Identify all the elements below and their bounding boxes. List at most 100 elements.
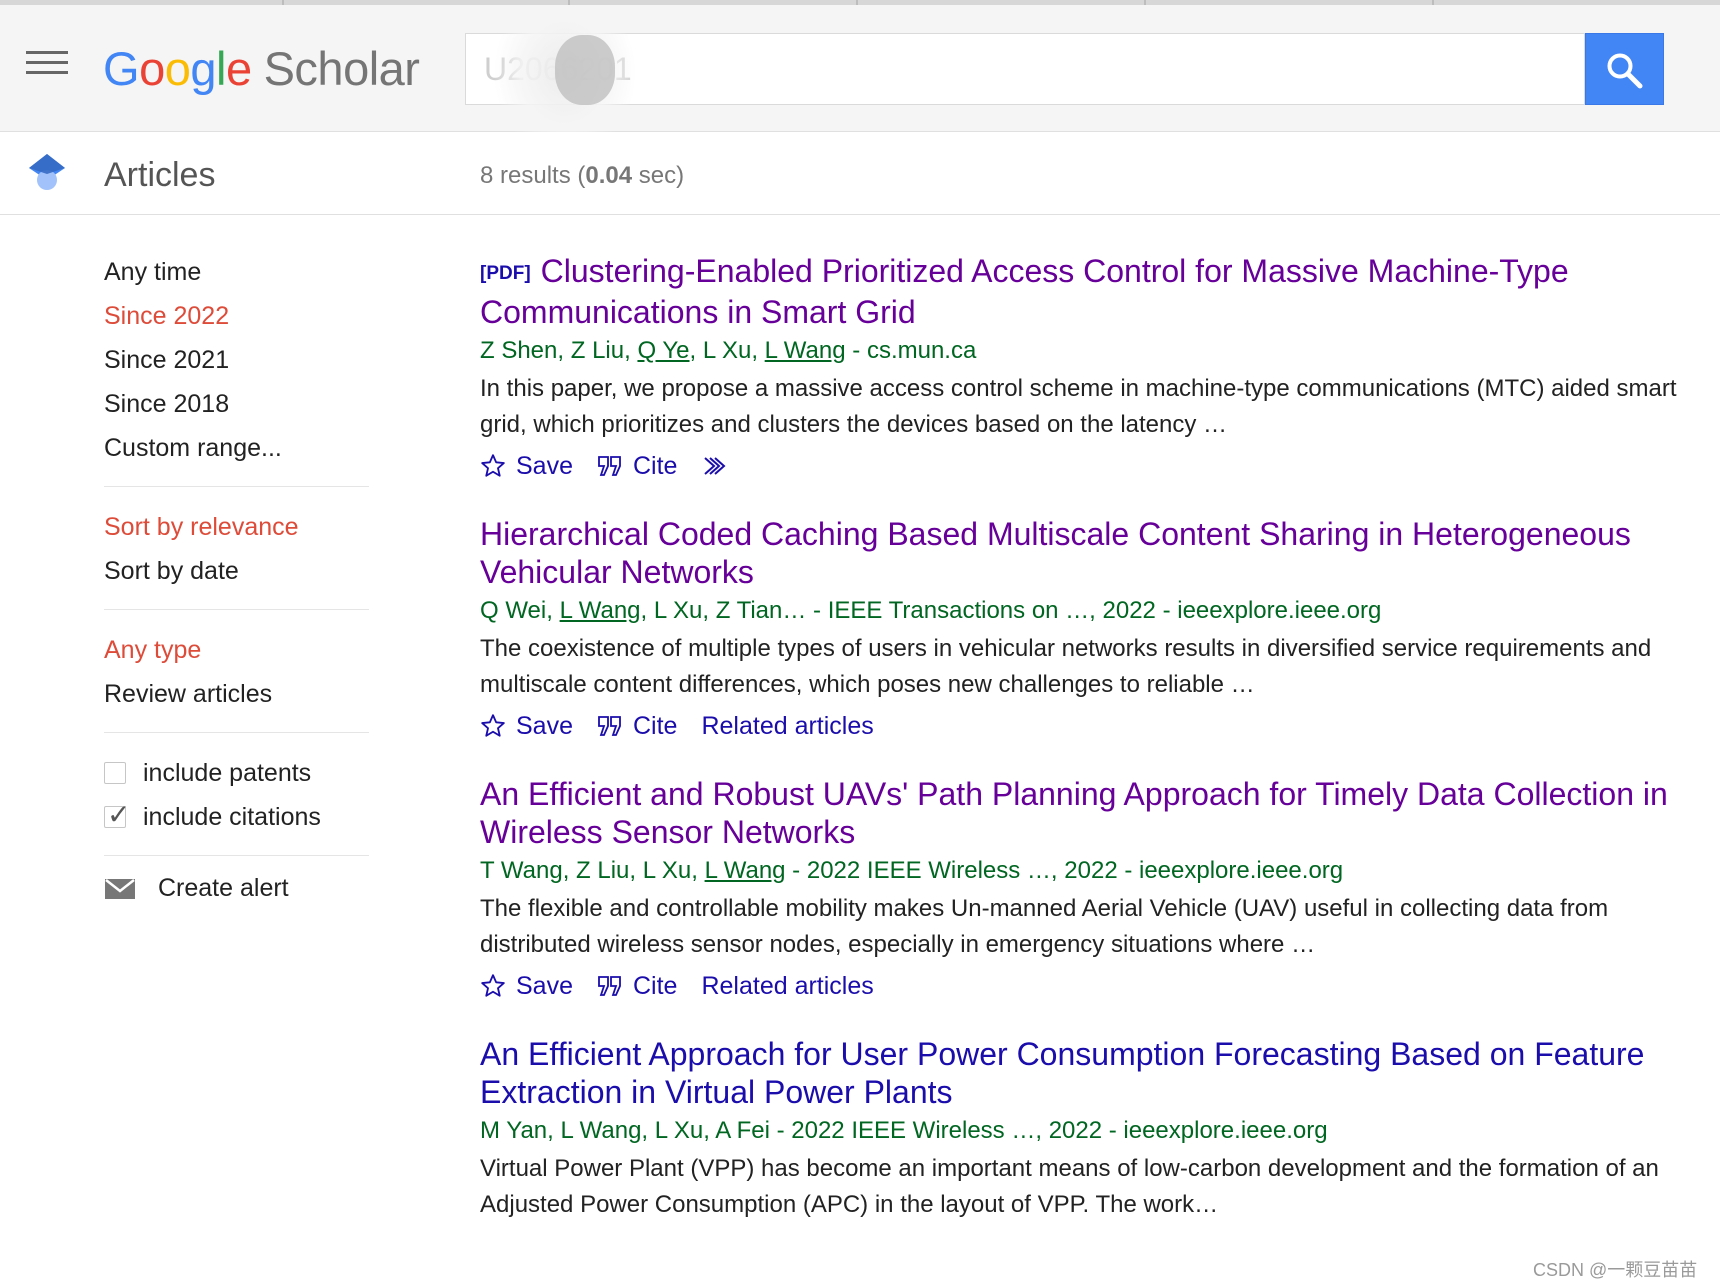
search-input[interactable] xyxy=(466,34,1586,104)
result-count: 8 results xyxy=(480,162,571,189)
save-label: Save xyxy=(516,451,573,480)
author-link[interactable]: L Wang xyxy=(765,337,846,364)
source: IEEE Transactions on …, 2022 - ieeexplor… xyxy=(827,597,1382,624)
result-title-link[interactable]: [PDF] Clustering-Enabled Prioritized Acce… xyxy=(480,252,1715,331)
author-link[interactable]: Q Ye xyxy=(637,337,689,364)
logo-letter-o1: o xyxy=(139,42,165,95)
stats-close: sec) xyxy=(632,162,685,189)
menu-icon[interactable] xyxy=(26,51,68,81)
result-title-text: Clustering-Enabled Prioritized Access Co… xyxy=(480,253,1569,330)
result-authors: Z Shen, Z Liu, Q Ye, L Xu, L Wang - cs.m… xyxy=(480,337,977,364)
result-snippet: The flexible and controllable mobility m… xyxy=(480,895,1609,958)
source: 2022 IEEE Wireless …, 2022 - ieeexplore.… xyxy=(806,857,1344,884)
star-icon xyxy=(481,974,505,997)
filter-sidebar: Any time Since 2022 Since 2021 Since 201… xyxy=(104,250,369,903)
quote-icon xyxy=(598,976,621,996)
logo-letter-g: G xyxy=(103,42,140,95)
create-alert-button[interactable]: Create alert xyxy=(104,874,369,903)
sub-header: Articles 8 results (0.04 sec) xyxy=(0,132,1720,215)
save-button[interactable]: Save xyxy=(480,712,573,741)
author: L Xu xyxy=(642,857,692,884)
filter-since-2018[interactable]: Since 2018 xyxy=(104,382,369,426)
result-actions: Save Cite xyxy=(480,447,1715,485)
filter-since-2022[interactable]: Since 2022 xyxy=(104,294,369,338)
include-patents-checkbox[interactable] xyxy=(104,762,126,784)
author: L Xu xyxy=(702,337,752,364)
page-title: Articles xyxy=(104,156,216,194)
result-title-link[interactable]: An Efficient and Robust UAVs' Path Plann… xyxy=(480,775,1715,851)
save-button[interactable]: Save xyxy=(480,972,573,1001)
scholar-cap-icon xyxy=(29,154,65,190)
divider xyxy=(104,855,369,856)
filter-any-time[interactable]: Any time xyxy=(104,250,369,294)
search-button[interactable] xyxy=(1585,33,1664,105)
logo-letter-e: e xyxy=(225,42,252,95)
result-title-link[interactable]: Hierarchical Coded Caching Based Multisc… xyxy=(480,515,1715,591)
result-authors: Q Wei, L Wang, L Xu, Z Tian… - IEEE Tran… xyxy=(480,597,1382,624)
sort-by-relevance[interactable]: Sort by relevance xyxy=(104,505,369,549)
sort-by-date[interactable]: Sort by date xyxy=(104,549,369,593)
author: L Xu xyxy=(653,597,703,624)
star-icon xyxy=(481,454,505,477)
include-patents-toggle[interactable]: include patents xyxy=(104,751,369,795)
author-link[interactable]: L Wang xyxy=(560,597,641,624)
result-snippet: The coexistence of multiple types of use… xyxy=(480,635,1652,698)
pdf-tag[interactable]: [PDF] xyxy=(480,263,531,284)
result-item: An Efficient Approach for User Power Con… xyxy=(480,1035,1715,1223)
quote-icon xyxy=(598,716,621,736)
cite-label: Cite xyxy=(632,971,678,1000)
cite-button[interactable]: Cite xyxy=(597,712,677,741)
checkmark-icon: ✓ xyxy=(107,799,131,830)
author-link[interactable]: L Wang xyxy=(705,857,786,884)
include-citations-label: include citations xyxy=(143,803,321,831)
quote-icon xyxy=(598,456,621,476)
envelope-icon xyxy=(105,878,135,899)
related-articles-link[interactable]: Related articles xyxy=(701,712,873,741)
result-item: An Efficient and Robust UAVs' Path Plann… xyxy=(480,775,1715,1005)
result-actions: Save Cite Related articles xyxy=(480,707,1715,745)
cite-button[interactable]: Cite xyxy=(597,972,677,1001)
save-label: Save xyxy=(516,971,573,1000)
include-citations-checkbox[interactable]: ✓ xyxy=(104,801,130,829)
include-citations-toggle[interactable]: ✓ include citations xyxy=(104,795,369,839)
author: Z Shen xyxy=(480,337,558,364)
result-actions: Save Cite Related articles xyxy=(480,967,1715,1005)
filter-since-2021[interactable]: Since 2021 xyxy=(104,338,369,382)
author: Q Wei xyxy=(480,597,547,624)
watermark: CSDN @一颗豆苗苗 xyxy=(1533,1260,1698,1280)
header: Google Scholar xyxy=(0,5,1720,155)
author: Z Tian… xyxy=(715,597,807,624)
divider xyxy=(104,732,369,733)
author: Z Liu xyxy=(576,857,630,884)
result-item: [PDF] Clustering-Enabled Prioritized Acce… xyxy=(480,252,1715,485)
result-authors: M Yan, L Wang, L Xu, A Fei - 2022 IEEE W… xyxy=(480,1117,1328,1144)
results-list: [PDF] Clustering-Enabled Prioritized Acce… xyxy=(480,252,1715,1253)
type-any[interactable]: Any type xyxy=(104,628,369,672)
cite-label: Cite xyxy=(632,711,678,740)
filter-custom-range[interactable]: Custom range... xyxy=(104,426,369,470)
star-icon xyxy=(481,714,505,737)
result-title-link[interactable]: An Efficient Approach for User Power Con… xyxy=(480,1035,1715,1111)
more-button[interactable] xyxy=(701,455,741,477)
include-patents-label: include patents xyxy=(143,759,312,787)
divider xyxy=(104,609,369,610)
search-icon xyxy=(1607,53,1643,89)
type-review-articles[interactable]: Review articles xyxy=(104,672,369,716)
double-chevron-icon xyxy=(704,457,726,475)
google-scholar-logo[interactable]: Google Scholar xyxy=(103,39,420,99)
related-articles-link[interactable]: Related articles xyxy=(701,972,873,1001)
cite-button[interactable]: Cite xyxy=(597,452,677,481)
result-item: Hierarchical Coded Caching Based Multisc… xyxy=(480,515,1715,745)
result-authors: T Wang, Z Liu, L Xu, L Wang - 2022 IEEE … xyxy=(480,857,1344,884)
result-snippet: In this paper, we propose a massive acce… xyxy=(480,375,1677,438)
cite-label: Cite xyxy=(632,451,678,480)
save-button[interactable]: Save xyxy=(480,452,573,481)
search-time: 0.04 xyxy=(585,162,633,189)
result-stats: 8 results (0.04 sec) xyxy=(480,162,684,190)
divider xyxy=(104,486,369,487)
logo-scholar-text: Scholar xyxy=(263,42,420,95)
logo-letter-o2: o xyxy=(164,42,191,95)
logo-letter-g2: g xyxy=(190,42,216,95)
save-label: Save xyxy=(516,711,573,740)
author: T Wang xyxy=(480,857,563,884)
